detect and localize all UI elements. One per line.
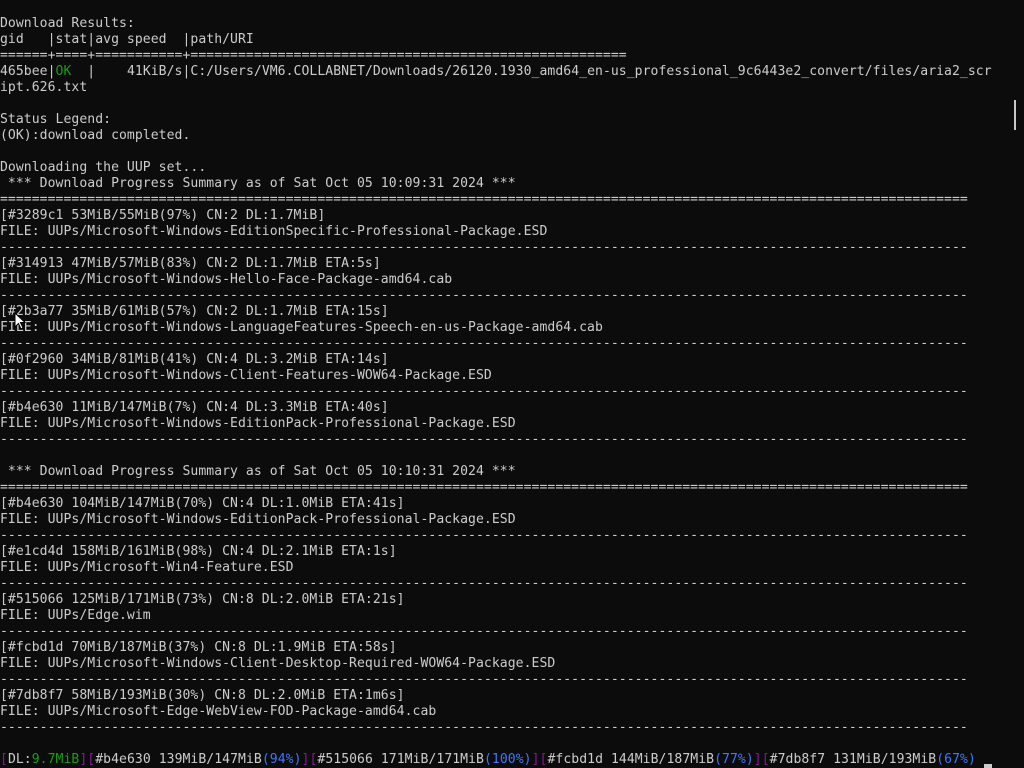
progress-entry: [#2b3a77 35MiB/61MiB(57%) CN:2 DL:1.7MiB…	[0, 304, 389, 319]
separator-dash: ----------------------------------------…	[0, 672, 968, 687]
progress-entry: [#fcbd1d 70MiB/187MiB(37%) CN:8 DL:1.9Mi…	[0, 640, 397, 655]
terminal-line: (OK):download completed.	[0, 128, 191, 143]
file-line: FILE: UUPs/Microsoft-Windows-EditionPack…	[0, 512, 516, 527]
status-item: #7db8f7 131MiB/193MiB	[769, 752, 937, 767]
status-item-percent: (94%)	[261, 752, 302, 767]
file-line: FILE: UUPs/Microsoft-Windows-LanguageFea…	[0, 320, 603, 335]
separator-dash: ----------------------------------------…	[0, 432, 968, 447]
separator-dash: ----------------------------------------…	[0, 288, 968, 303]
terminal-line: ipt.626.txt	[0, 80, 88, 95]
progress-entry: [#0f2960 34MiB/81MiB(41%) CN:4 DL:3.2MiB…	[0, 352, 389, 367]
status-item: #515066 171MiB/171MiB	[317, 752, 484, 767]
result-row: 465bee|OK | 41KiB/s|C:/Users/VM6.COLLABN…	[0, 64, 992, 80]
result-path: | 41KiB/s|C:/Users/VM6.COLLABNET/Downloa…	[71, 64, 992, 79]
file-line: FILE: UUPs/Microsoft-Windows-Client-Feat…	[0, 368, 492, 383]
status-item-percent: (77%)	[714, 752, 754, 767]
progress-entry: [#b4e630 11MiB/147MiB(7%) CN:4 DL:3.3MiB…	[0, 400, 389, 415]
status-item: #fcbd1d 144MiB/187MiB	[547, 752, 715, 767]
file-line: FILE: UUPs/Microsoft-Windows-EditionPack…	[0, 416, 516, 431]
file-line: FILE: UUPs/Microsoft-Windows-Client-Desk…	[0, 656, 556, 671]
progress-entry: [#e1cd4d 158MiB/161MiB(98%) CN:4 DL:2.1M…	[0, 544, 397, 559]
separator-dash: ----------------------------------------…	[0, 576, 968, 591]
separator-dash: ----------------------------------------…	[0, 384, 968, 399]
progress-entry: [#314913 47MiB/57MiB(83%) CN:2 DL:1.7MiB…	[0, 256, 381, 271]
terminal-output[interactable]: Download Results: gid |stat|avg speed |p…	[0, 0, 1008, 768]
separator-double: ========================================…	[0, 192, 968, 207]
file-line: FILE: UUPs/Edge.wim	[0, 608, 151, 623]
separator-dash: ----------------------------------------…	[0, 528, 968, 543]
progress-entry: [#b4e630 104MiB/147MiB(70%) CN:4 DL:1.0M…	[0, 496, 405, 511]
progress-entry: [#3289c1 53MiB/55MiB(97%) CN:2 DL:1.7MiB…	[0, 208, 326, 223]
terminal-line: ======+====+===========+================…	[0, 48, 627, 63]
separator-dash: ----------------------------------------…	[0, 720, 968, 735]
mouse-pointer-icon	[14, 312, 27, 330]
file-line: FILE: UUPs/Microsoft-Windows-Hello-Face-…	[0, 272, 453, 287]
separator-double: ========================================…	[0, 480, 968, 495]
separator-dash: ----------------------------------------…	[0, 336, 968, 351]
result-separator: |	[47, 64, 56, 79]
vertical-scrollbar[interactable]	[1008, 0, 1024, 768]
terminal-line: Status Legend:	[0, 112, 112, 127]
file-line: FILE: UUPs/Microsoft-Win4-Feature.ESD	[0, 560, 294, 575]
live-status-line: [DL:9.7MiB][#b4e630 139MiB/147MiB(94%)][…	[0, 752, 976, 767]
progress-entry: [#515066 125MiB/171MiB(73%) CN:8 DL:2.0M…	[0, 592, 405, 607]
file-line: FILE: UUPs/Microsoft-Windows-EditionSpec…	[0, 224, 548, 239]
terminal-line: Download Results:	[0, 16, 135, 31]
status-ok: OK	[55, 64, 72, 79]
scrollbar-thumb[interactable]	[1014, 100, 1016, 130]
text-cursor	[984, 764, 992, 768]
progress-entry: [#7db8f7 58MiB/193MiB(30%) CN:8 DL:2.0Mi…	[0, 688, 405, 703]
summary-header: *** Download Progress Summary as of Sat …	[0, 176, 516, 191]
status-item-percent: (100%)	[484, 752, 532, 767]
dl-label: DL:	[7, 752, 32, 767]
terminal-line: gid |stat|avg speed |path/URI	[0, 32, 254, 47]
separator-dash: ----------------------------------------…	[0, 624, 968, 639]
summary-header: *** Download Progress Summary as of Sat …	[0, 464, 516, 479]
result-gid: 465bee	[0, 64, 48, 79]
separator-dash: ----------------------------------------…	[0, 240, 968, 255]
file-line: FILE: UUPs/Microsoft-Edge-WebView-FOD-Pa…	[0, 704, 437, 719]
status-item: #b4e630 139MiB/147MiB	[95, 752, 262, 767]
dl-speed: 9.7MiB	[31, 752, 80, 767]
status-item-percent: (67%)	[936, 752, 976, 767]
terminal-line: Downloading the UUP set...	[0, 160, 207, 175]
